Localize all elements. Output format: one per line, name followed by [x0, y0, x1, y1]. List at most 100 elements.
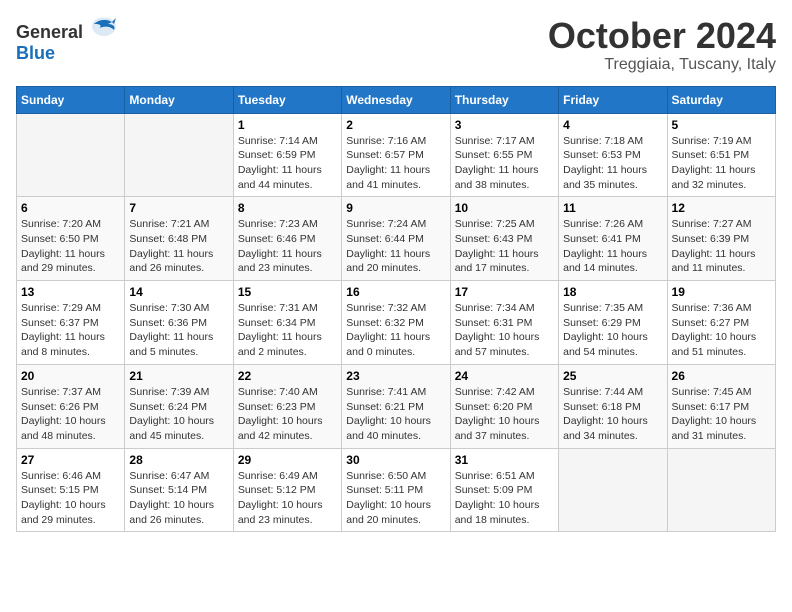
day-of-week-header: Tuesday — [233, 86, 341, 113]
day-number: 10 — [455, 201, 554, 215]
day-number: 7 — [129, 201, 228, 215]
calendar-cell: 14 Sunrise: 7:30 AM Sunset: 6:36 PM Dayli… — [125, 281, 233, 365]
day-number: 12 — [672, 201, 771, 215]
calendar-cell — [667, 448, 775, 532]
calendar-cell: 23 Sunrise: 7:41 AM Sunset: 6:21 PM Dayli… — [342, 364, 450, 448]
calendar-cell: 27 Sunrise: 6:46 AM Sunset: 5:15 PM Dayli… — [17, 448, 125, 532]
calendar-header-row: SundayMondayTuesdayWednesdayThursdayFrid… — [17, 86, 776, 113]
day-number: 15 — [238, 285, 337, 299]
calendar-cell: 10 Sunrise: 7:25 AM Sunset: 6:43 PM Dayli… — [450, 197, 558, 281]
day-info: Sunrise: 7:19 AM Sunset: 6:51 PM Dayligh… — [672, 134, 771, 193]
calendar-cell: 28 Sunrise: 6:47 AM Sunset: 5:14 PM Dayli… — [125, 448, 233, 532]
day-number: 18 — [563, 285, 662, 299]
day-info: Sunrise: 7:40 AM Sunset: 6:23 PM Dayligh… — [238, 385, 337, 444]
day-info: Sunrise: 7:29 AM Sunset: 6:37 PM Dayligh… — [21, 301, 120, 360]
day-number: 1 — [238, 118, 337, 132]
day-of-week-header: Wednesday — [342, 86, 450, 113]
day-info: Sunrise: 7:18 AM Sunset: 6:53 PM Dayligh… — [563, 134, 662, 193]
calendar-cell: 1 Sunrise: 7:14 AM Sunset: 6:59 PM Daylig… — [233, 113, 341, 197]
calendar-cell — [125, 113, 233, 197]
day-number: 25 — [563, 369, 662, 383]
logo-general: General — [16, 22, 83, 42]
day-info: Sunrise: 7:34 AM Sunset: 6:31 PM Dayligh… — [455, 301, 554, 360]
calendar-cell: 29 Sunrise: 6:49 AM Sunset: 5:12 PM Dayli… — [233, 448, 341, 532]
day-info: Sunrise: 7:17 AM Sunset: 6:55 PM Dayligh… — [455, 134, 554, 193]
day-number: 21 — [129, 369, 228, 383]
day-info: Sunrise: 7:25 AM Sunset: 6:43 PM Dayligh… — [455, 217, 554, 276]
calendar-week-row: 13Sunrise: 7:29 AM Sunset: 6:37 PM Dayli… — [17, 281, 776, 365]
calendar-cell: 8 Sunrise: 7:23 AM Sunset: 6:46 PM Daylig… — [233, 197, 341, 281]
day-info: Sunrise: 7:42 AM Sunset: 6:20 PM Dayligh… — [455, 385, 554, 444]
day-info: Sunrise: 7:27 AM Sunset: 6:39 PM Dayligh… — [672, 217, 771, 276]
day-number: 8 — [238, 201, 337, 215]
calendar-week-row: 1 Sunrise: 7:14 AM Sunset: 6:59 PM Daylig… — [17, 113, 776, 197]
day-info: Sunrise: 7:24 AM Sunset: 6:44 PM Dayligh… — [346, 217, 445, 276]
calendar-cell: 19Sunrise: 7:36 AM Sunset: 6:27 PM Dayli… — [667, 281, 775, 365]
location-title: Treggiaia, Tuscany, Italy — [548, 56, 776, 74]
calendar-cell: 20 Sunrise: 7:37 AM Sunset: 6:26 PM Dayli… — [17, 364, 125, 448]
calendar-cell — [559, 448, 667, 532]
day-info: Sunrise: 7:32 AM Sunset: 6:32 PM Dayligh… — [346, 301, 445, 360]
day-number: 20 — [21, 369, 120, 383]
day-info: Sunrise: 7:23 AM Sunset: 6:46 PM Dayligh… — [238, 217, 337, 276]
day-info: Sunrise: 7:16 AM Sunset: 6:57 PM Dayligh… — [346, 134, 445, 193]
calendar-cell: 3 Sunrise: 7:17 AM Sunset: 6:55 PM Daylig… — [450, 113, 558, 197]
calendar-week-row: 6Sunrise: 7:20 AM Sunset: 6:50 PM Daylig… — [17, 197, 776, 281]
day-number: 2 — [346, 118, 445, 132]
title-block: October 2024 Treggiaia, Tuscany, Italy — [548, 16, 776, 74]
calendar-table: SundayMondayTuesdayWednesdayThursdayFrid… — [16, 86, 776, 533]
day-info: Sunrise: 6:49 AM Sunset: 5:12 PM Dayligh… — [238, 469, 337, 528]
day-info: Sunrise: 7:26 AM Sunset: 6:41 PM Dayligh… — [563, 217, 662, 276]
day-number: 16 — [346, 285, 445, 299]
logo-blue: Blue — [16, 43, 55, 63]
day-of-week-header: Monday — [125, 86, 233, 113]
day-number: 3 — [455, 118, 554, 132]
day-number: 23 — [346, 369, 445, 383]
calendar-cell: 5 Sunrise: 7:19 AM Sunset: 6:51 PM Daylig… — [667, 113, 775, 197]
day-number: 28 — [129, 453, 228, 467]
day-info: Sunrise: 7:41 AM Sunset: 6:21 PM Dayligh… — [346, 385, 445, 444]
day-number: 14 — [129, 285, 228, 299]
calendar-body: 1 Sunrise: 7:14 AM Sunset: 6:59 PM Daylig… — [17, 113, 776, 532]
calendar-cell: 4 Sunrise: 7:18 AM Sunset: 6:53 PM Daylig… — [559, 113, 667, 197]
day-info: Sunrise: 7:39 AM Sunset: 6:24 PM Dayligh… — [129, 385, 228, 444]
day-of-week-header: Friday — [559, 86, 667, 113]
day-number: 17 — [455, 285, 554, 299]
day-info: Sunrise: 7:14 AM Sunset: 6:59 PM Dayligh… — [238, 134, 337, 193]
calendar-cell: 25 Sunrise: 7:44 AM Sunset: 6:18 PM Dayli… — [559, 364, 667, 448]
calendar-cell: 9Sunrise: 7:24 AM Sunset: 6:44 PM Daylig… — [342, 197, 450, 281]
day-number: 26 — [672, 369, 771, 383]
calendar-cell: 13Sunrise: 7:29 AM Sunset: 6:37 PM Dayli… — [17, 281, 125, 365]
day-number: 29 — [238, 453, 337, 467]
day-info: Sunrise: 7:30 AM Sunset: 6:36 PM Dayligh… — [129, 301, 228, 360]
calendar-week-row: 27 Sunrise: 6:46 AM Sunset: 5:15 PM Dayli… — [17, 448, 776, 532]
day-of-week-header: Saturday — [667, 86, 775, 113]
day-number: 5 — [672, 118, 771, 132]
calendar-week-row: 20 Sunrise: 7:37 AM Sunset: 6:26 PM Dayli… — [17, 364, 776, 448]
logo-text: General Blue — [16, 16, 118, 64]
day-info: Sunrise: 7:36 AM Sunset: 6:27 PM Dayligh… — [672, 301, 771, 360]
day-of-week-header: Thursday — [450, 86, 558, 113]
day-info: Sunrise: 7:37 AM Sunset: 6:26 PM Dayligh… — [21, 385, 120, 444]
day-number: 27 — [21, 453, 120, 467]
calendar-cell: 16 Sunrise: 7:32 AM Sunset: 6:32 PM Dayli… — [342, 281, 450, 365]
logo-bird-icon — [90, 16, 118, 38]
month-title: October 2024 — [548, 16, 776, 56]
logo: General Blue — [16, 16, 118, 64]
calendar-cell: 22 Sunrise: 7:40 AM Sunset: 6:23 PM Dayli… — [233, 364, 341, 448]
day-info: Sunrise: 6:46 AM Sunset: 5:15 PM Dayligh… — [21, 469, 120, 528]
calendar-cell: 11Sunrise: 7:26 AM Sunset: 6:41 PM Dayli… — [559, 197, 667, 281]
day-info: Sunrise: 7:44 AM Sunset: 6:18 PM Dayligh… — [563, 385, 662, 444]
day-of-week-header: Sunday — [17, 86, 125, 113]
day-info: Sunrise: 6:51 AM Sunset: 5:09 PM Dayligh… — [455, 469, 554, 528]
day-number: 4 — [563, 118, 662, 132]
day-number: 31 — [455, 453, 554, 467]
calendar-cell: 21 Sunrise: 7:39 AM Sunset: 6:24 PM Dayli… — [125, 364, 233, 448]
day-info: Sunrise: 6:50 AM Sunset: 5:11 PM Dayligh… — [346, 469, 445, 528]
calendar-cell: 12 Sunrise: 7:27 AM Sunset: 6:39 PM Dayli… — [667, 197, 775, 281]
day-info: Sunrise: 7:21 AM Sunset: 6:48 PM Dayligh… — [129, 217, 228, 276]
day-info: Sunrise: 7:20 AM Sunset: 6:50 PM Dayligh… — [21, 217, 120, 276]
day-number: 22 — [238, 369, 337, 383]
day-info: Sunrise: 6:47 AM Sunset: 5:14 PM Dayligh… — [129, 469, 228, 528]
day-number: 24 — [455, 369, 554, 383]
